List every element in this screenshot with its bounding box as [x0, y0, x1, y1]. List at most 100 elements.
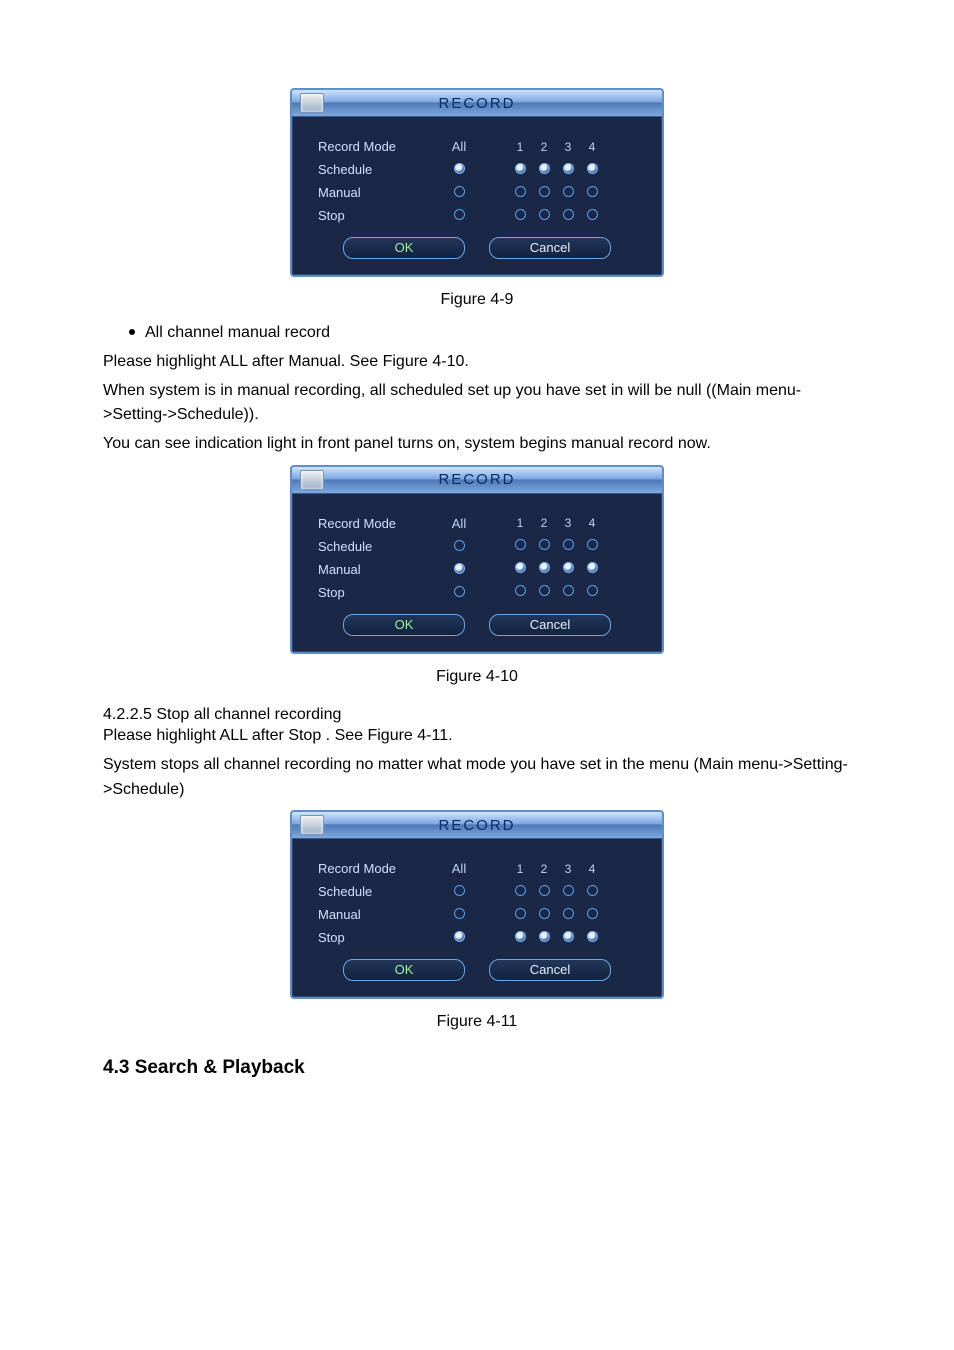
row-schedule-label: Schedule — [318, 158, 438, 181]
radio-schedule-ch3[interactable] — [563, 163, 574, 174]
paragraph: You can see indication light in front pa… — [103, 432, 851, 457]
radio-manual-ch2[interactable] — [539, 908, 550, 919]
document-page: RECORD Record Mode All 1 2 3 4 Schedule — [0, 0, 954, 1350]
row-stop-label: Stop — [318, 581, 438, 604]
radio-stop-ch2[interactable] — [539, 209, 550, 220]
radio-stop-ch3[interactable] — [563, 209, 574, 220]
header-ch-2: 2 — [532, 135, 556, 158]
radio-schedule-ch2[interactable] — [539, 163, 550, 174]
ok-button[interactable]: OK — [343, 614, 465, 636]
radio-stop-all[interactable] — [454, 209, 465, 220]
radio-schedule-all[interactable] — [454, 885, 465, 896]
radio-manual-all[interactable] — [454, 186, 465, 197]
row-manual: Manual — [318, 903, 604, 926]
radio-stop-all[interactable] — [454, 931, 465, 942]
radio-schedule-all[interactable] — [454, 163, 465, 174]
radio-stop-ch4[interactable] — [587, 585, 598, 596]
paragraph: When system is in manual recording, all … — [103, 379, 851, 429]
dialog-titlebar: RECORD — [292, 90, 662, 117]
radio-stop-ch1[interactable] — [515, 931, 526, 942]
row-stop: Stop — [318, 581, 604, 604]
radio-manual-ch3[interactable] — [563, 908, 574, 919]
ok-button[interactable]: OK — [343, 959, 465, 981]
radio-stop-ch4[interactable] — [587, 931, 598, 942]
bullet-dot-icon — [129, 329, 135, 335]
cancel-button[interactable]: Cancel — [489, 614, 611, 636]
radio-stop-ch3[interactable] — [563, 931, 574, 942]
header-ch-1: 1 — [508, 857, 532, 880]
radio-schedule-ch1[interactable] — [515, 539, 526, 550]
section-heading: 4.2.2.5 Stop all channel recording — [103, 706, 851, 724]
row-schedule: Schedule — [318, 880, 604, 903]
radio-manual-ch1[interactable] — [515, 186, 526, 197]
radio-schedule-all[interactable] — [454, 540, 465, 551]
header-ch-4: 4 — [580, 135, 604, 158]
chapter-heading: 4.3 Search & Playback — [103, 1057, 851, 1079]
figure-caption-4-10: Figure 4-10 — [0, 668, 954, 686]
bullet-item: All channel manual record — [103, 321, 851, 346]
radio-schedule-ch3[interactable] — [563, 885, 574, 896]
radio-schedule-ch4[interactable] — [587, 885, 598, 896]
row-manual-label: Manual — [318, 903, 438, 926]
header-ch-2: 2 — [532, 512, 556, 535]
header-all: All — [438, 135, 480, 158]
header-all: All — [438, 857, 480, 880]
radio-manual-ch4[interactable] — [587, 562, 598, 573]
record-panel-fig11: RECORD Record Mode All 1 2 3 4 Schedule — [290, 810, 664, 999]
dialog-button-row: OK Cancel — [318, 614, 636, 636]
row-manual: Manual — [318, 181, 604, 204]
row-stop: Stop — [318, 926, 604, 949]
row-schedule-label: Schedule — [318, 880, 438, 903]
dialog-body: Record Mode All 1 2 3 4 Schedule — [292, 839, 662, 997]
radio-stop-ch1[interactable] — [515, 209, 526, 220]
dialog-body: Record Mode All 1 2 3 4 Schedule — [292, 117, 662, 275]
header-ch-1: 1 — [508, 135, 532, 158]
record-panel-fig10: RECORD Record Mode All 1 2 3 4 Schedule — [290, 465, 664, 654]
header-mode-label: Record Mode — [318, 135, 438, 158]
record-panel-fig9: RECORD Record Mode All 1 2 3 4 Schedule — [290, 88, 664, 277]
radio-manual-all[interactable] — [454, 563, 465, 574]
record-mode-table: Record Mode All 1 2 3 4 Schedule — [318, 135, 604, 227]
radio-manual-ch3[interactable] — [563, 562, 574, 573]
radio-manual-all[interactable] — [454, 908, 465, 919]
row-manual: Manual — [318, 558, 604, 581]
header-row: Record Mode All 1 2 3 4 — [318, 857, 604, 880]
radio-stop-ch1[interactable] — [515, 585, 526, 596]
radio-manual-ch1[interactable] — [515, 908, 526, 919]
radio-stop-ch2[interactable] — [539, 931, 550, 942]
row-stop-label: Stop — [318, 926, 438, 949]
radio-schedule-ch3[interactable] — [563, 539, 574, 550]
radio-schedule-ch1[interactable] — [515, 163, 526, 174]
radio-stop-all[interactable] — [454, 586, 465, 597]
radio-stop-ch4[interactable] — [587, 209, 598, 220]
radio-schedule-ch4[interactable] — [587, 539, 598, 550]
paragraph-block-2: Please highlight ALL after Stop . See Fi… — [103, 724, 851, 802]
radio-manual-ch2[interactable] — [539, 186, 550, 197]
bullet-text: All channel manual record — [145, 321, 330, 346]
radio-stop-ch2[interactable] — [539, 585, 550, 596]
header-all: All — [438, 512, 480, 535]
radio-manual-ch4[interactable] — [587, 186, 598, 197]
header-ch-4: 4 — [580, 857, 604, 880]
radio-manual-ch2[interactable] — [539, 562, 550, 573]
cancel-button[interactable]: Cancel — [489, 237, 611, 259]
paragraph-block-1: All channel manual record Please highlig… — [103, 321, 851, 457]
header-row: Record Mode All 1 2 3 4 — [318, 135, 604, 158]
radio-schedule-ch2[interactable] — [539, 885, 550, 896]
radio-schedule-ch1[interactable] — [515, 885, 526, 896]
header-ch-3: 3 — [556, 857, 580, 880]
row-stop-label: Stop — [318, 204, 438, 227]
dialog-button-row: OK Cancel — [318, 959, 636, 981]
cancel-button[interactable]: Cancel — [489, 959, 611, 981]
header-mode-label: Record Mode — [318, 512, 438, 535]
radio-manual-ch4[interactable] — [587, 908, 598, 919]
header-ch-3: 3 — [556, 135, 580, 158]
radio-schedule-ch2[interactable] — [539, 539, 550, 550]
radio-stop-ch3[interactable] — [563, 585, 574, 596]
header-ch-4: 4 — [580, 512, 604, 535]
radio-manual-ch1[interactable] — [515, 562, 526, 573]
ok-button[interactable]: OK — [343, 237, 465, 259]
radio-manual-ch3[interactable] — [563, 186, 574, 197]
row-schedule: Schedule — [318, 535, 604, 558]
radio-schedule-ch4[interactable] — [587, 163, 598, 174]
